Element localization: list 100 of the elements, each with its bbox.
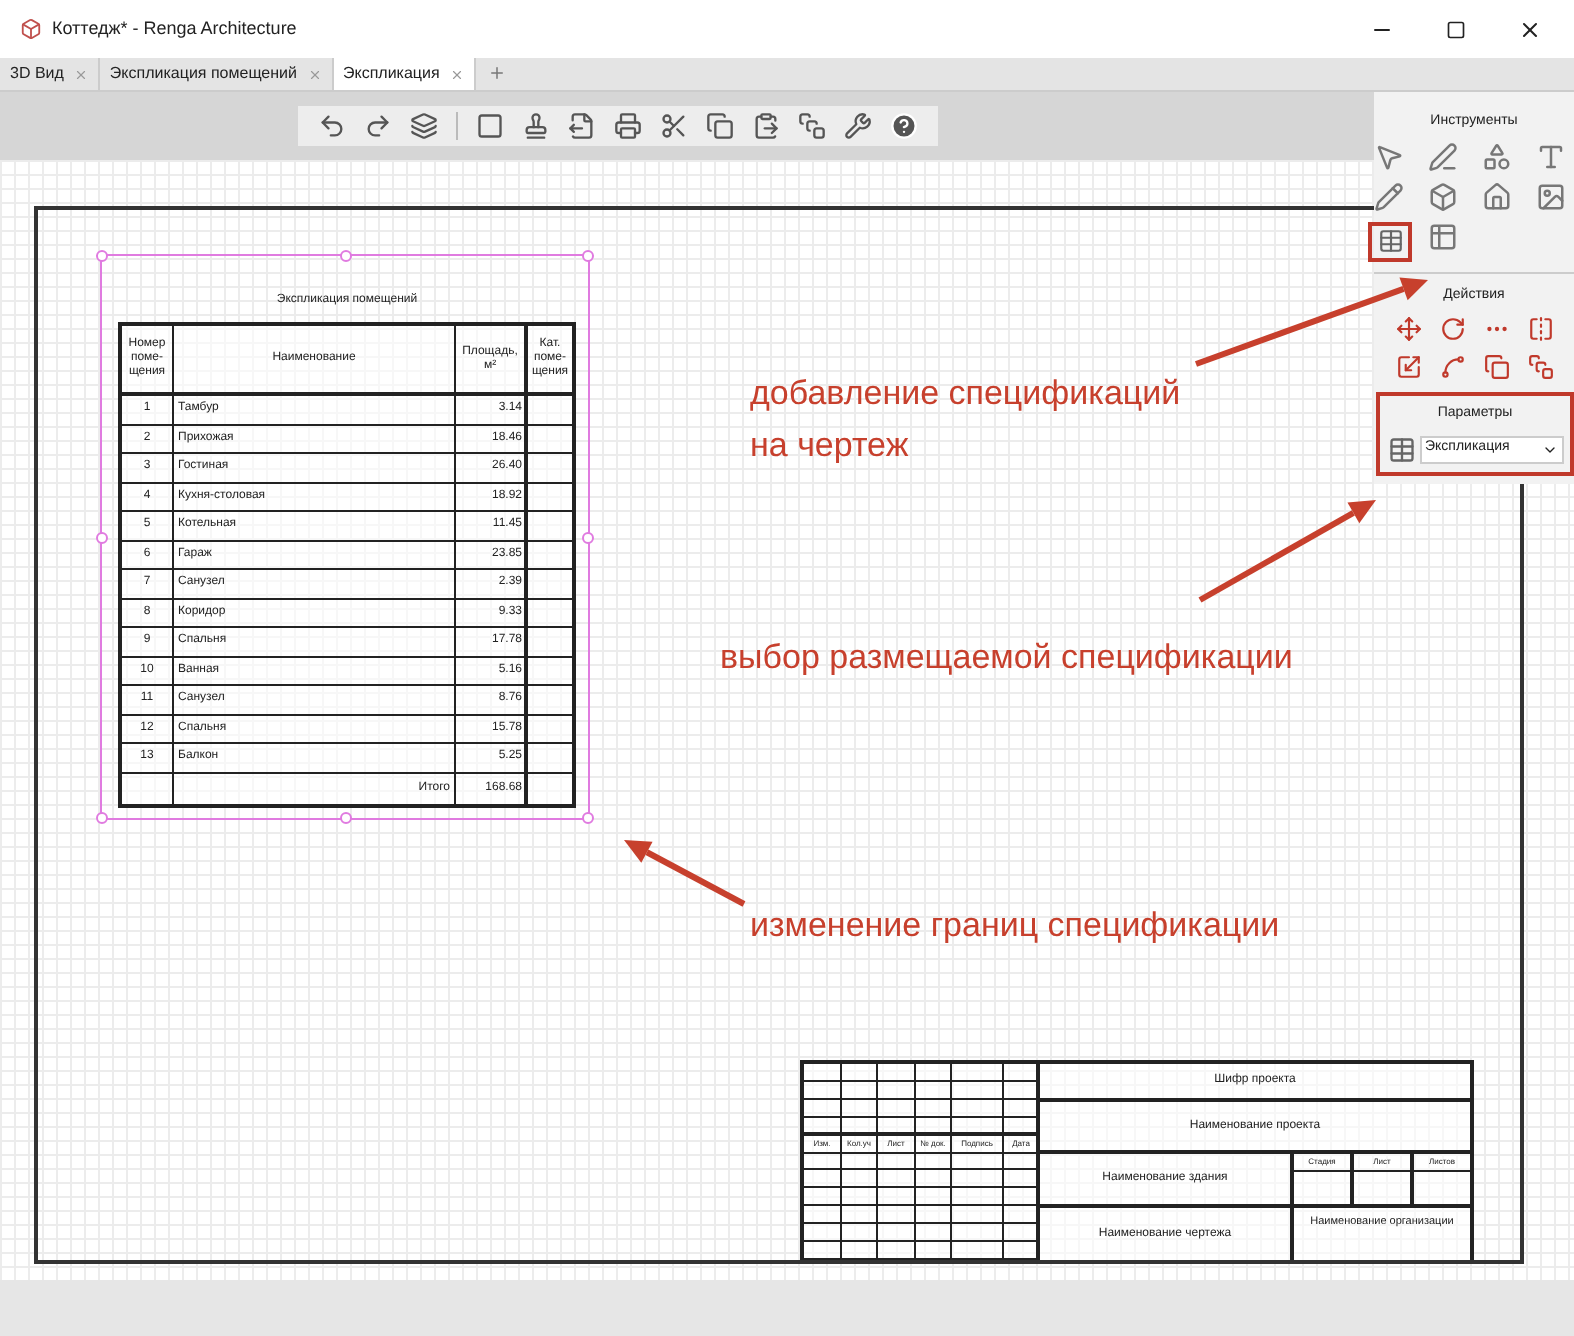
resize-handle[interactable] [582,250,594,262]
table-icon [1377,228,1403,254]
resize-handle[interactable] [96,812,108,824]
table-cell [952,1081,1004,1100]
table-cell [952,1242,1004,1260]
table-cell [878,1224,916,1243]
pen-icon[interactable] [1428,141,1458,171]
export-icon[interactable] [567,112,595,140]
table-cell [804,1117,842,1136]
table-cell [916,1224,952,1243]
box-icon[interactable] [1428,181,1458,211]
table-cell [878,1099,916,1118]
table-cell [952,1117,1004,1136]
move-icon[interactable] [1395,316,1421,342]
table-cell [878,1064,916,1082]
table-cell [804,1206,842,1225]
resize-handle[interactable] [582,812,594,824]
text-icon[interactable] [1536,141,1566,171]
stamp-icon[interactable] [521,112,549,140]
copy-icon[interactable] [705,112,733,140]
table-cell [952,1188,1004,1207]
schedule-tool-button[interactable] [1368,221,1412,261]
square-icon[interactable] [475,112,503,140]
mirror-icon[interactable] [1527,316,1553,342]
rotate-icon[interactable] [1439,316,1465,342]
table-cell [878,1153,916,1171]
image-icon[interactable] [1536,181,1566,211]
table-cell [804,1188,842,1207]
table-cell [804,1153,842,1171]
table-cell [842,1153,878,1171]
stack-icon[interactable] [1527,354,1553,380]
close-icon[interactable] [1518,17,1542,41]
annotation-text: изменение границ спецификации [750,904,1280,948]
table-cell [952,1224,1004,1243]
table-cell [916,1242,952,1260]
table-cell [804,1064,842,1082]
table-cell [878,1206,916,1225]
table-cell [842,1206,878,1225]
table-cell [952,1064,1004,1082]
copy-icon[interactable] [1483,354,1509,380]
table-cell [878,1170,916,1189]
table-cell [804,1170,842,1189]
table-cell [804,1099,842,1118]
spline-icon[interactable] [1439,354,1465,380]
maximize-icon[interactable] [1446,19,1466,39]
shapes-icon[interactable] [1482,141,1512,171]
pointer-icon[interactable] [1374,141,1404,171]
table-cell [804,1242,842,1260]
table-cell [878,1081,916,1100]
table-cell [916,1170,952,1189]
table-cell [916,1153,952,1171]
resize-handle[interactable] [582,532,594,544]
resize-handle[interactable] [96,250,108,262]
cut-icon[interactable] [659,112,687,140]
layers-icon[interactable] [409,112,437,140]
pencil-icon[interactable] [1374,181,1404,211]
close-tab-icon[interactable] [449,67,464,81]
table-cell [916,1099,952,1118]
table-cell [804,1224,842,1243]
table-cell [916,1188,952,1207]
table-cell [842,1188,878,1207]
table-cell [842,1099,878,1118]
table-icon[interactable] [1428,221,1458,251]
table-cell [916,1064,952,1082]
table-cell [878,1242,916,1260]
scale-icon[interactable] [1395,354,1421,380]
table-cell [952,1170,1004,1189]
table-cell [842,1170,878,1189]
app-logo-icon [20,18,42,40]
window-title: Коттедж* - Renga Architecture [52,15,297,42]
table-cell [878,1117,916,1136]
document-tab[interactable]: Экспликация [333,58,476,90]
table-cell [842,1081,878,1100]
resize-handle[interactable] [340,250,352,262]
annotation-text: добавление спецификаций на чертеж [750,372,1183,468]
table-cell [842,1242,878,1260]
table-cell [952,1206,1004,1225]
resize-handle[interactable] [340,812,352,824]
table-cell [916,1206,952,1225]
help-icon[interactable] [889,112,917,140]
table-cell [952,1099,1004,1118]
table-cell [878,1188,916,1207]
table-cell [842,1117,878,1136]
table-cell [916,1081,952,1100]
house-icon[interactable] [1482,181,1512,211]
stack-icon[interactable] [797,112,825,140]
resize-handle[interactable] [96,532,108,544]
undo-icon[interactable] [317,112,345,140]
wrench-icon[interactable] [843,112,871,140]
table-cell [952,1153,1004,1171]
redo-icon[interactable] [363,112,391,140]
table-cell [842,1224,878,1243]
paste-icon[interactable] [751,112,779,140]
pointer-arrow [624,840,746,907]
table-cell [916,1117,952,1136]
annotation-text: выбор размещаемой спецификации [720,636,1293,680]
selection-frame[interactable] [100,254,590,820]
table-cell [842,1064,878,1082]
table-icon [1387,435,1415,463]
printer-icon[interactable] [613,112,641,140]
